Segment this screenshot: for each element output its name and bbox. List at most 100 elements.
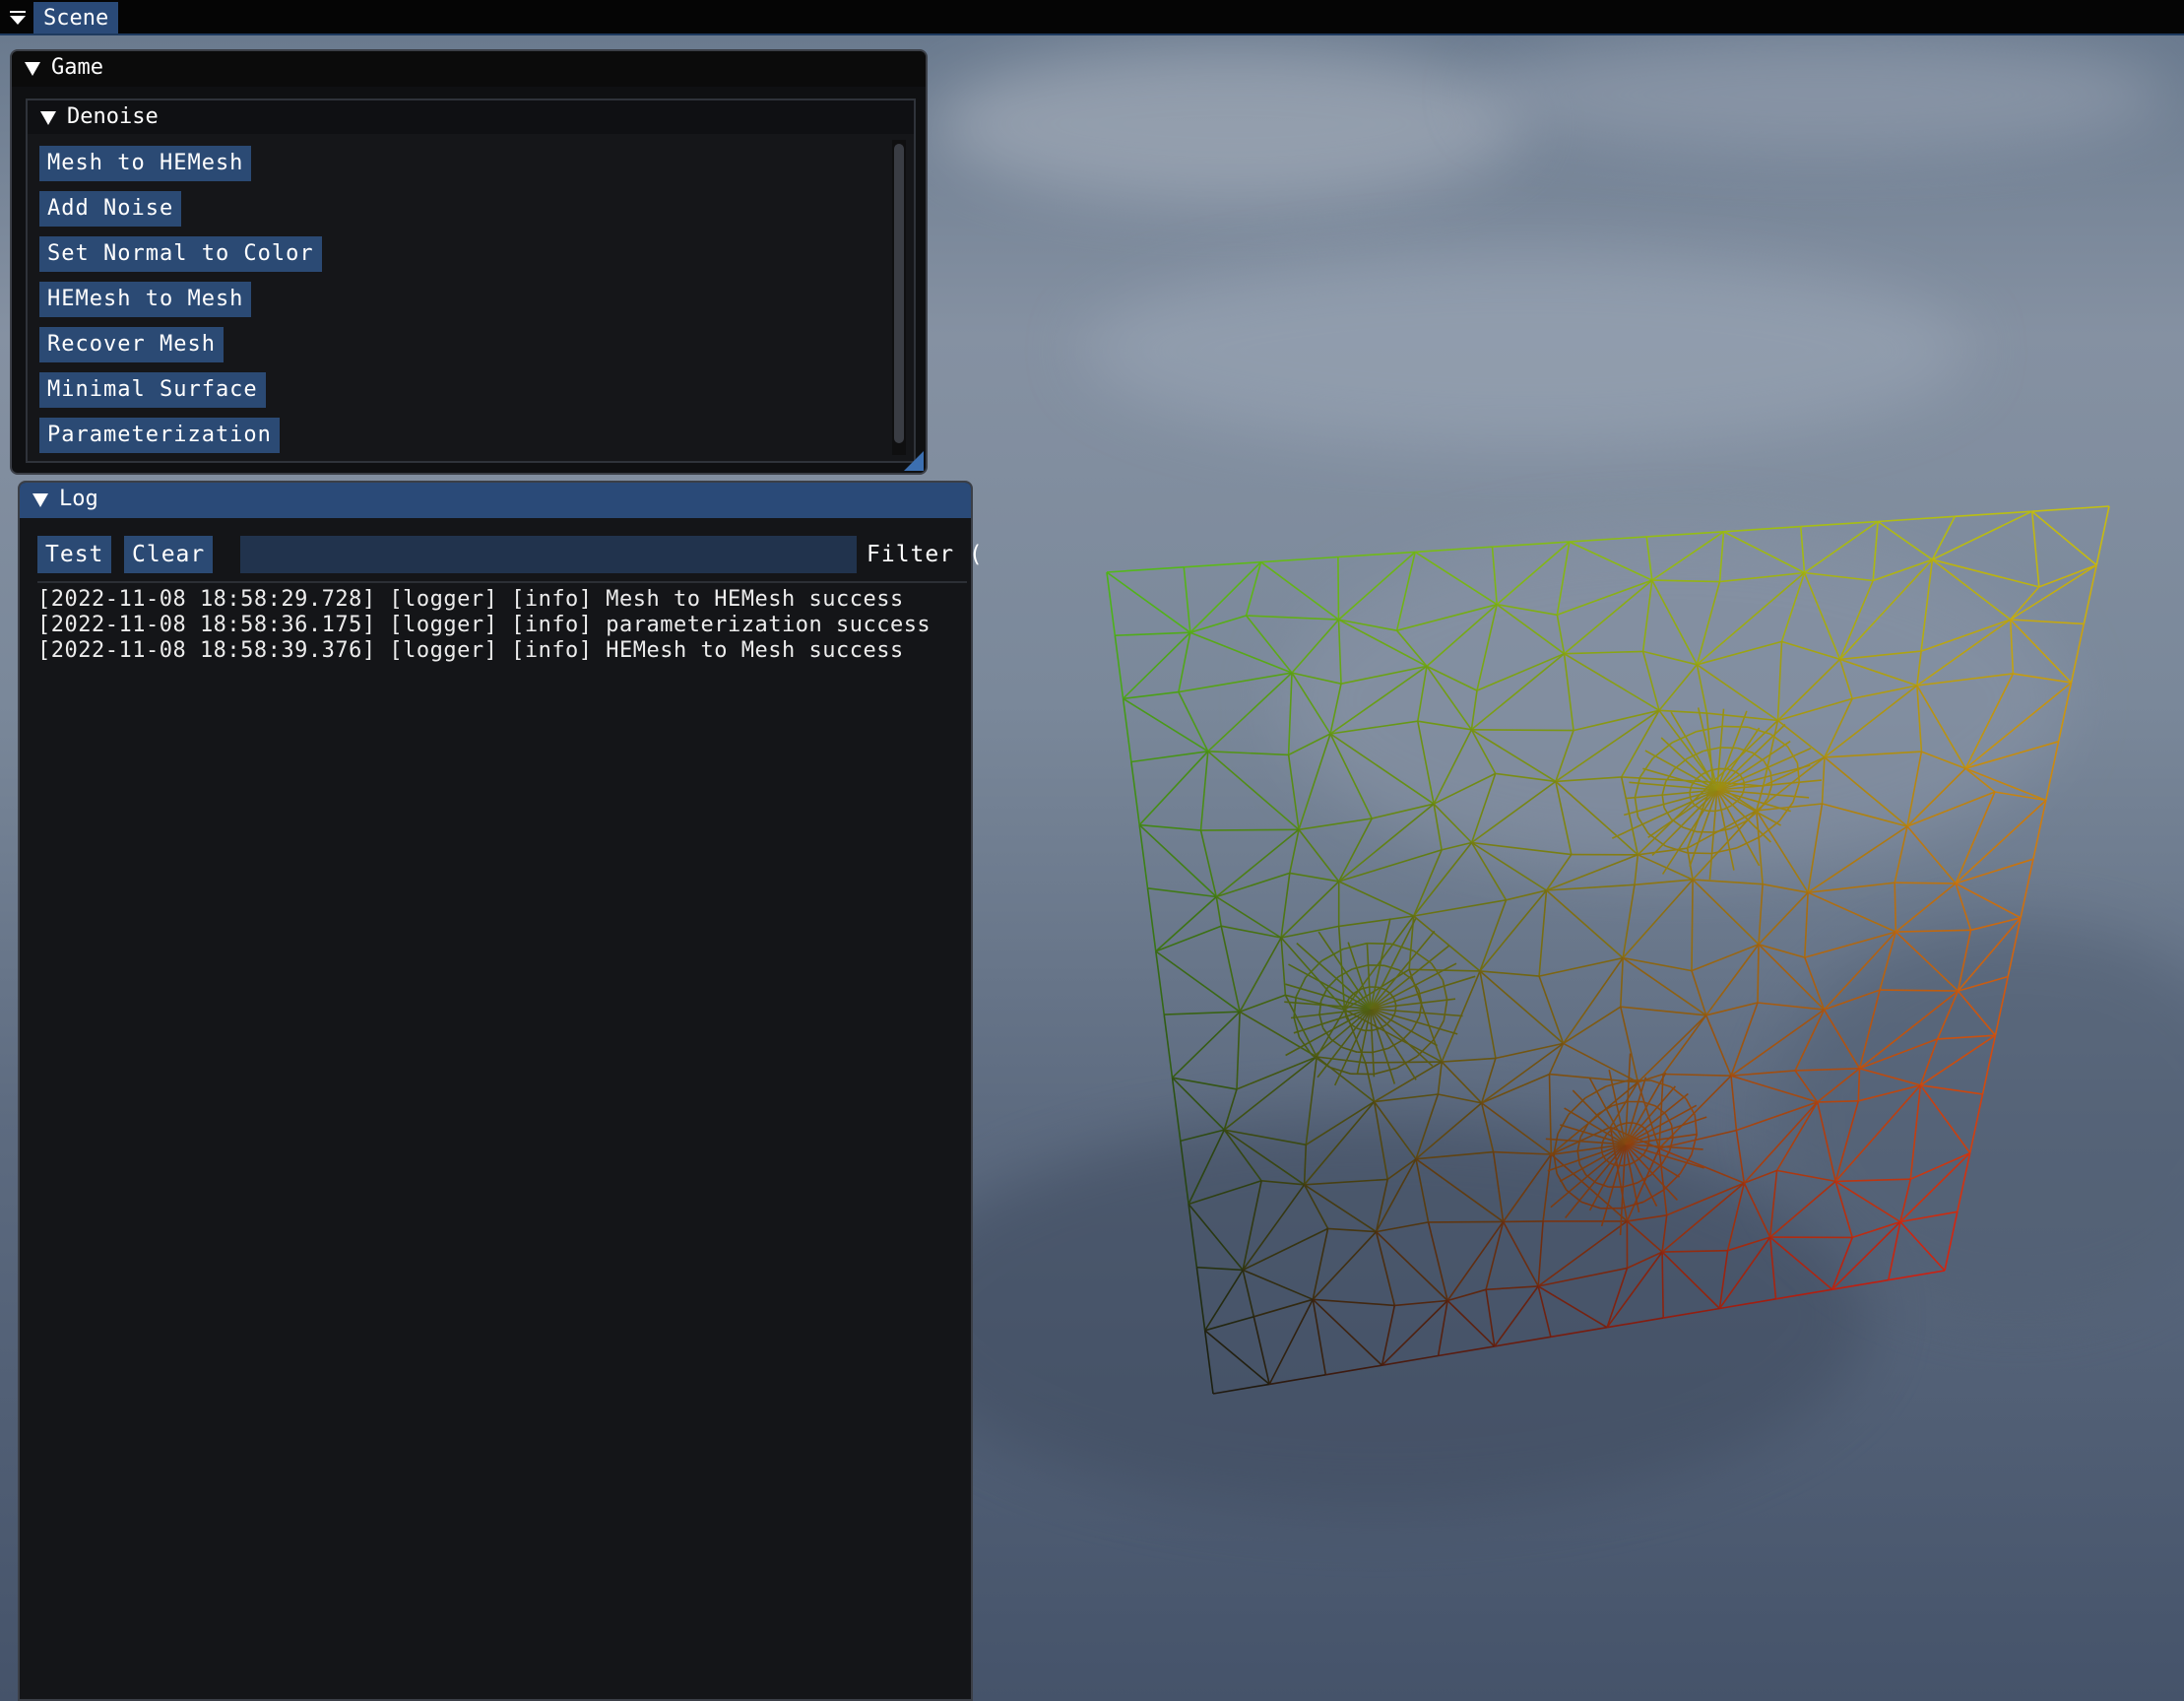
mesh-edge — [1373, 1101, 1417, 1160]
denoise-scrollbar[interactable] — [892, 140, 906, 455]
mesh-edge — [2031, 510, 2097, 566]
mesh-edge — [1804, 931, 1896, 958]
mesh-edge — [1375, 1231, 1396, 1306]
mesh-edge — [1658, 664, 1699, 711]
add-noise-button[interactable]: Add Noise — [39, 191, 182, 227]
mesh-to-hemesh-button[interactable]: Mesh to HEMesh — [39, 146, 252, 181]
game-window-title-bar[interactable]: Game — [12, 51, 926, 87]
mesh-edge — [1964, 767, 1996, 793]
mesh-edge — [1586, 1113, 1600, 1126]
collapse-triangle-icon[interactable] — [32, 492, 49, 508]
collapse-triangle-icon[interactable] — [24, 61, 41, 77]
mesh-edge — [1634, 854, 1639, 885]
divider — [37, 581, 967, 583]
mesh-edge — [1417, 721, 1435, 805]
mesh-edge — [1568, 1097, 1586, 1116]
mesh-edge — [1888, 1221, 1901, 1280]
mesh-edge — [1920, 1084, 1983, 1095]
mesh-edge — [1857, 1068, 1861, 1101]
mesh-edge — [1637, 854, 1694, 881]
mesh-edge — [1180, 1141, 1189, 1205]
mesh-edge — [1804, 571, 1874, 582]
mesh-edge — [1647, 789, 1718, 838]
set-normal-to-color-button[interactable]: Set Normal to Color — [39, 236, 322, 272]
mesh-edge — [1188, 1129, 1226, 1205]
mesh-edge — [2010, 619, 2073, 684]
mesh-edge — [1207, 751, 1300, 830]
mesh-edge — [1470, 653, 1566, 731]
resize-grip-icon[interactable] — [904, 451, 924, 471]
mesh-edge — [1662, 1014, 1707, 1075]
mesh-edge — [1146, 887, 1157, 952]
mesh-edge — [1246, 615, 1339, 621]
scrollbar-thumb[interactable] — [894, 144, 904, 443]
mesh-edge — [1651, 579, 1720, 583]
mesh-edge — [1352, 964, 1369, 970]
mesh-edge — [1471, 780, 1557, 844]
mesh-edge — [1859, 1038, 1938, 1070]
mesh-edge — [1606, 1251, 1663, 1329]
mesh-edge — [1957, 990, 1997, 1036]
mesh-edge — [1401, 1028, 1414, 1041]
hemesh-to-mesh-button[interactable]: HEMesh to Mesh — [39, 282, 252, 317]
test-button[interactable]: Test — [37, 536, 112, 573]
mesh-edge — [1480, 1058, 1497, 1104]
mesh-edge — [1375, 1158, 1417, 1232]
mesh-edge — [2095, 505, 2110, 565]
mesh-edge — [1804, 520, 1879, 574]
minimal-surface-button[interactable]: Minimal Surface — [39, 372, 266, 408]
mesh-edge — [1563, 653, 1574, 731]
mesh-edge — [1730, 1076, 1738, 1131]
mesh-edge — [2013, 673, 2072, 684]
mesh-edge — [1955, 799, 2047, 884]
recover-mesh-button[interactable]: Recover Mesh — [39, 327, 224, 362]
collapse-triangle-icon[interactable] — [39, 110, 57, 126]
mesh-edge — [1673, 757, 1689, 770]
clear-button[interactable]: Clear — [124, 536, 214, 573]
filter-input[interactable] — [240, 536, 857, 573]
mesh-edge — [1693, 879, 1764, 885]
mesh-edge — [1494, 1285, 1539, 1347]
mesh-edge — [1130, 761, 1140, 825]
mesh-edge — [1122, 698, 1132, 762]
log-window-title-bar[interactable]: Log — [20, 483, 971, 518]
mesh-edge — [1834, 1084, 1921, 1182]
mesh-edge — [1932, 510, 2033, 560]
denoise-header[interactable]: Denoise — [28, 100, 914, 134]
mesh-edge — [2083, 564, 2097, 624]
mesh-edge — [1155, 950, 1165, 1015]
mesh-edge — [1495, 772, 1557, 783]
log-line: [2022-11-08 18:58:29.728] [logger] [info… — [37, 587, 904, 612]
mesh-edge — [1895, 883, 1957, 933]
mesh-edge — [1305, 1100, 1376, 1145]
mesh-edge — [1329, 733, 1435, 805]
tab-scene[interactable]: Scene — [33, 2, 119, 33]
mesh-edge — [1548, 1074, 1553, 1155]
mesh-edge — [1964, 673, 2015, 769]
mesh-edge — [1239, 937, 1282, 1013]
mesh-edge — [1651, 579, 1699, 666]
log-window-title: Log — [59, 487, 98, 511]
mesh-edge — [1638, 847, 1688, 856]
mesh-edge — [1807, 891, 1896, 933]
mesh-edge — [1212, 1383, 1270, 1395]
mesh-edge — [1804, 956, 1826, 1011]
mesh-edge — [1442, 1057, 1496, 1063]
mesh-edge — [1199, 751, 1209, 831]
mesh-edge — [1955, 510, 2032, 518]
mesh-edge — [1479, 970, 1497, 1059]
mesh-edge — [1183, 566, 1191, 633]
mesh-edge — [1494, 1336, 1552, 1347]
mesh-edge — [1327, 1227, 1377, 1233]
mesh-edge — [1260, 556, 1338, 563]
mesh-edge — [1370, 998, 1456, 1010]
mesh-edge — [1859, 1068, 1921, 1086]
mesh-edge — [1479, 899, 1508, 972]
mesh-edge — [1330, 1038, 1344, 1049]
collapse-triangle-icon[interactable] — [8, 8, 28, 28]
mesh-edge — [1858, 989, 1881, 1070]
mesh-edge — [1303, 1184, 1329, 1229]
mesh-edge — [1668, 1137, 1674, 1151]
parameterization-button[interactable]: Parameterization — [39, 418, 280, 453]
mesh-edge — [1564, 650, 1643, 655]
